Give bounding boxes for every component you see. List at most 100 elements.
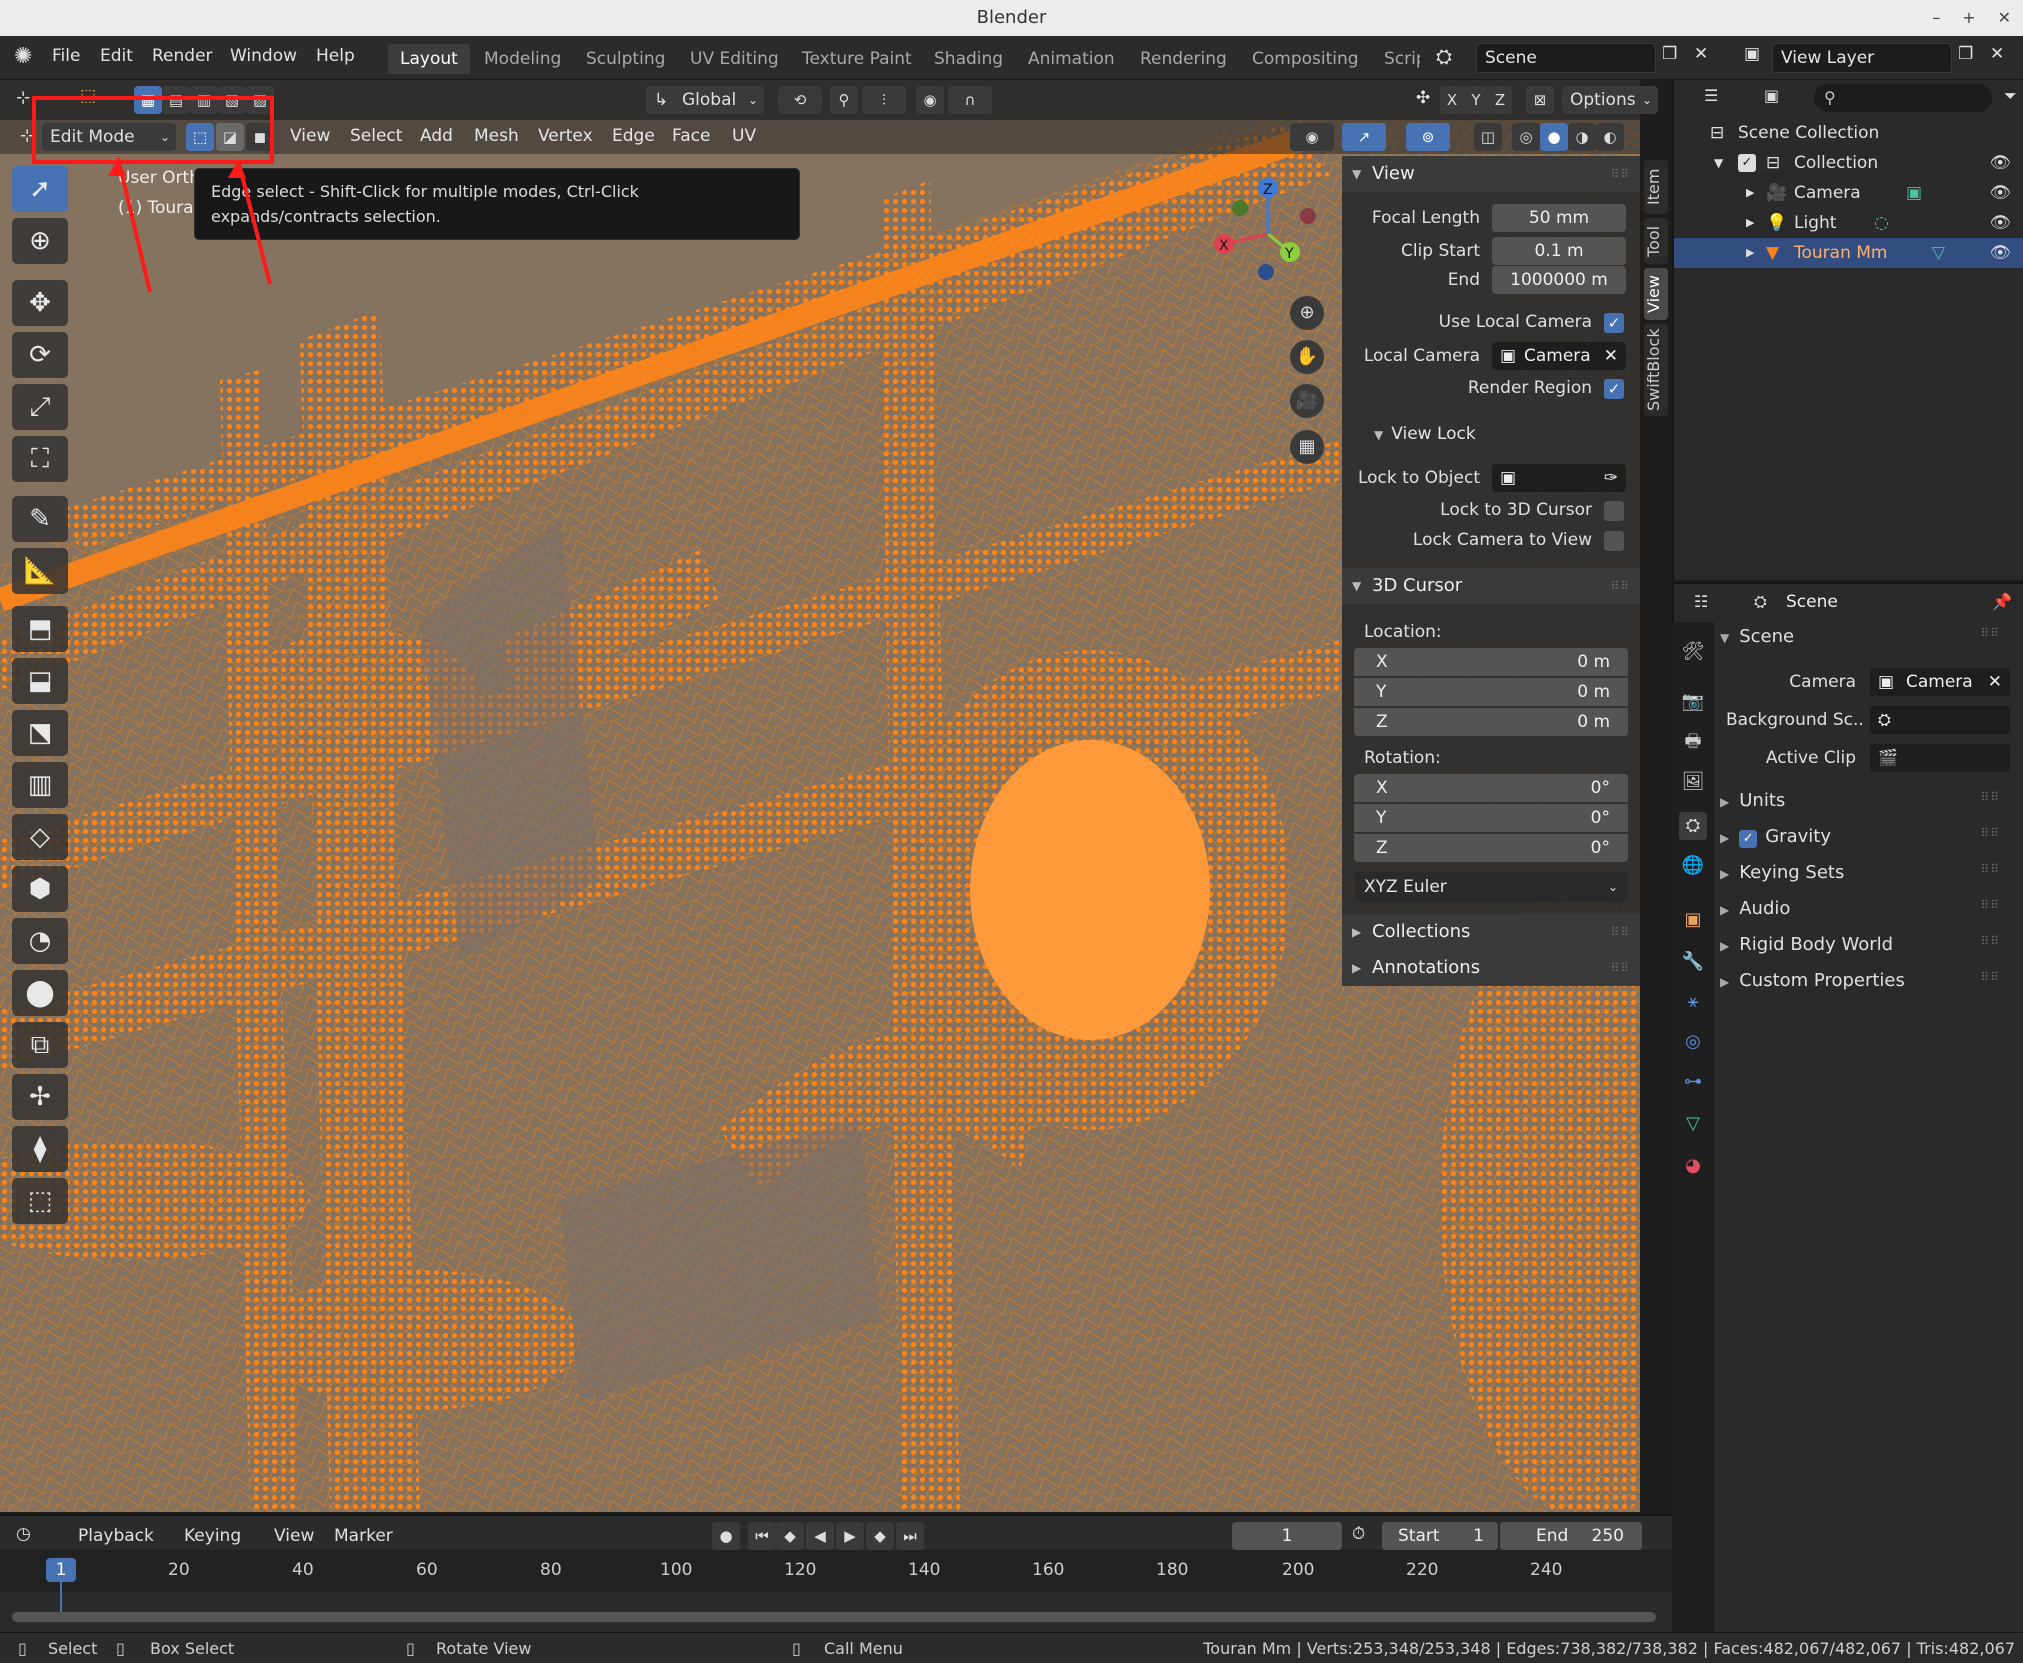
scene-camera-field[interactable]: ▣ Camera ✕: [1870, 668, 2010, 696]
snap-toggle-icon[interactable]: ⚲: [830, 86, 858, 114]
rip-tool-icon[interactable]: ⬚: [12, 1178, 68, 1224]
play-icon[interactable]: ▶: [836, 1522, 864, 1550]
outliner-item-light[interactable]: ▶ 💡 Light ◌ 👁: [1674, 208, 2023, 238]
menu-edit[interactable]: Edit: [100, 46, 133, 66]
drag-handle-icon[interactable]: ⠿⠿: [1980, 790, 2000, 804]
outliner-search-input[interactable]: ⚲: [1814, 84, 1992, 112]
tab-animation[interactable]: Animation: [1016, 44, 1127, 74]
start-frame-field[interactable]: Start 1: [1382, 1522, 1498, 1550]
scene-panel-header[interactable]: ▼ Scene ⠿⠿: [1720, 626, 2010, 647]
focal-length-field[interactable]: 50 mm: [1492, 204, 1626, 232]
clip-start-field[interactable]: 0.1 m: [1492, 237, 1626, 265]
timeline-scrollbar[interactable]: [12, 1612, 1656, 1622]
inset-tool-icon[interactable]: ⬓: [12, 658, 68, 704]
timeline-editor-icon[interactable]: ◷: [16, 1524, 31, 1544]
shading-wireframe-icon[interactable]: ◎: [1512, 123, 1540, 151]
overlay-toggle-icon[interactable]: ⊚: [1406, 123, 1450, 151]
mirror-y-button[interactable]: Y: [1464, 86, 1488, 114]
tab-rendering[interactable]: Rendering: [1128, 44, 1239, 74]
prev-keyframe-icon[interactable]: ◆: [776, 1522, 804, 1550]
rotation-mode-dropdown[interactable]: XYZ Euler ⌄: [1354, 872, 1628, 902]
tab-texture-paint[interactable]: Texture Paint: [790, 44, 924, 74]
xray-toggle-icon[interactable]: ◫: [1474, 123, 1502, 151]
location-z-field[interactable]: Z 0 m: [1354, 708, 1628, 736]
scene-properties-tab-icon[interactable]: ⛭: [1679, 812, 1707, 840]
output-properties-icon[interactable]: 🖶: [1679, 728, 1707, 756]
pin-icon[interactable]: 📌: [1992, 592, 2012, 611]
expand-icon[interactable]: ▶: [1746, 238, 1754, 268]
annotate-tool-icon[interactable]: ✎: [12, 496, 68, 542]
pan-hand-icon[interactable]: ✋: [1290, 340, 1324, 374]
collection-checkbox[interactable]: ✓: [1738, 154, 1756, 172]
drag-handle-icon[interactable]: ⠿⠿: [1980, 934, 2000, 948]
rotation-y-field[interactable]: Y 0°: [1354, 804, 1628, 832]
measure-tool-icon[interactable]: 📐: [12, 548, 68, 594]
snap-target-icon[interactable]: ⫶: [862, 86, 906, 114]
mirror-z-button[interactable]: Z: [1488, 86, 1512, 114]
constraints-properties-icon[interactable]: ⊶: [1679, 1068, 1707, 1096]
drag-handle-icon[interactable]: ⠿⠿: [1610, 950, 1630, 986]
menu-render[interactable]: Render: [152, 46, 213, 66]
location-y-field[interactable]: Y 0 m: [1354, 678, 1628, 706]
local-camera-field[interactable]: ▣ Camera ✕: [1492, 342, 1626, 370]
mirror-icon[interactable]: ✣: [1416, 88, 1430, 108]
shading-solid-icon[interactable]: ●: [1540, 123, 1568, 151]
record-icon[interactable]: ●: [712, 1522, 740, 1550]
keying-sets-panel-header[interactable]: ▶ Keying Sets ⠿⠿: [1720, 862, 2010, 883]
knife-tool-icon[interactable]: ◇: [12, 814, 68, 860]
lock-to-3d-cursor-checkbox[interactable]: [1604, 501, 1624, 521]
play-reverse-icon[interactable]: ◀: [806, 1522, 834, 1550]
falloff-icon[interactable]: ∩: [948, 86, 992, 114]
drag-handle-icon[interactable]: ⠿⠿: [1610, 156, 1630, 192]
transform-tool-icon[interactable]: ⛶: [12, 436, 68, 482]
editor-type-icon[interactable]: ⊹: [16, 88, 30, 108]
close-icon[interactable]: ✕: [1998, 0, 2011, 36]
eye-icon[interactable]: 👁: [1989, 178, 2011, 208]
menu-playback[interactable]: Playback: [78, 1526, 154, 1546]
blender-logo-icon[interactable]: ✺: [14, 44, 32, 69]
view-layer-icon[interactable]: ▣: [1744, 44, 1760, 64]
view-layer-field[interactable]: View Layer: [1772, 43, 1952, 73]
view-panel-header[interactable]: ▼ View ⠿⠿: [1342, 156, 1640, 192]
mesh-data-properties-icon[interactable]: ▽: [1679, 1110, 1707, 1138]
shading-material-icon[interactable]: ◑: [1568, 123, 1596, 151]
menu-view[interactable]: View: [290, 126, 330, 146]
material-properties-icon[interactable]: ◕: [1679, 1152, 1707, 1180]
annotations-panel-header[interactable]: ▶ Annotations ⠿⠿: [1342, 950, 1640, 986]
new-view-layer-icon[interactable]: ❐: [1958, 44, 1973, 64]
bevel-tool-icon[interactable]: ⬔: [12, 710, 68, 756]
visibility-icon[interactable]: ◉: [1290, 123, 1334, 151]
tab-swiftblock[interactable]: SwiftBlock: [1644, 324, 1668, 416]
drag-handle-icon[interactable]: ⠿⠿: [1610, 914, 1630, 950]
scene-selector-icon[interactable]: ⛭: [1436, 44, 1452, 68]
lock-to-object-field[interactable]: ▣ ✑: [1492, 464, 1626, 492]
playhead-marker[interactable]: 1: [46, 1558, 76, 1582]
tab-uv-editing[interactable]: UV Editing: [678, 44, 791, 74]
cursor-tool-icon[interactable]: ⊕: [12, 218, 68, 264]
tab-shading[interactable]: Shading: [922, 44, 1015, 74]
jump-start-icon[interactable]: ⏮: [748, 1522, 776, 1550]
physics-properties-icon[interactable]: ◎: [1679, 1028, 1707, 1056]
outliner-scene-collection[interactable]: ⊟ Scene Collection: [1674, 118, 2023, 148]
clear-icon[interactable]: ✕: [1604, 342, 1618, 370]
world-properties-icon[interactable]: 🌐: [1679, 852, 1707, 880]
rotation-z-field[interactable]: Z 0°: [1354, 834, 1628, 862]
gizmo-toggle-icon[interactable]: ↗: [1342, 123, 1386, 151]
current-frame-field[interactable]: 1: [1232, 1522, 1342, 1550]
drag-handle-icon[interactable]: ⠿⠿: [1980, 626, 2000, 640]
scene-field[interactable]: Scene: [1476, 43, 1656, 73]
menu-face[interactable]: Face: [672, 126, 710, 146]
collections-panel-header[interactable]: ▶ Collections ⠿⠿: [1342, 914, 1640, 950]
loop-cut-tool-icon[interactable]: ▥: [12, 762, 68, 808]
particles-properties-icon[interactable]: ⚹: [1679, 988, 1707, 1016]
menu-uv[interactable]: UV: [732, 126, 756, 146]
menu-select[interactable]: Select: [350, 126, 402, 146]
remove-view-layer-icon[interactable]: ✕: [1990, 44, 2004, 64]
object-properties-icon[interactable]: ▣: [1679, 906, 1707, 934]
scale-tool-icon[interactable]: ⤢: [12, 384, 68, 430]
camera-data-icon[interactable]: ▣: [1906, 178, 1922, 208]
eye-icon[interactable]: 👁: [1989, 208, 2011, 238]
tab-tool[interactable]: Tool: [1644, 218, 1668, 264]
menu-mesh[interactable]: Mesh: [474, 126, 519, 146]
mesh-data-icon[interactable]: ▽: [1932, 238, 1945, 268]
